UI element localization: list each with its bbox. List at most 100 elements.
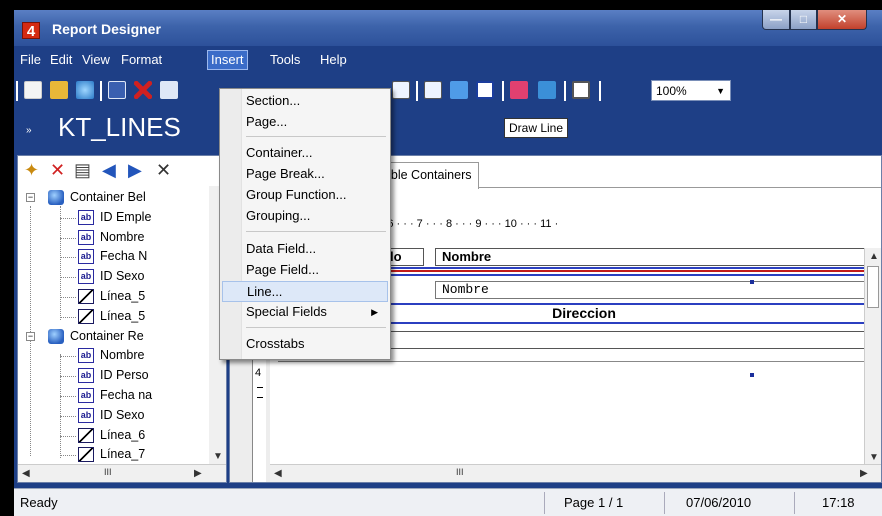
menu-item-label: Page Break... [246, 166, 325, 181]
scroll-left-icon[interactable]: ◀ [274, 468, 282, 479]
scroll-right-icon[interactable]: ▶ [194, 468, 202, 479]
draw-line-icon[interactable] [476, 81, 494, 99]
tree-guide [60, 277, 76, 279]
status-page: Page 1 / 1 [564, 495, 624, 510]
scroll-thumb[interactable]: III [104, 467, 112, 477]
scroll-left-icon[interactable]: ◀ [22, 468, 30, 479]
minimize-button[interactable]: — [762, 10, 790, 30]
line-icon [78, 447, 94, 463]
menu-item-group-function[interactable]: Group Function... [222, 185, 388, 206]
menu-item-label: Section... [246, 93, 301, 108]
menu-separator [246, 327, 386, 328]
tree-item-label: Línea_7 [100, 447, 146, 462]
menu-item-page[interactable]: Page... [222, 112, 388, 133]
line-handle[interactable] [750, 373, 754, 377]
text-field-icon: ab [78, 249, 94, 265]
line-handle[interactable] [750, 280, 754, 284]
open-icon[interactable] [50, 81, 68, 99]
arrow-left-icon[interactable]: ◀ [102, 160, 116, 180]
menu-item-page-field[interactable]: Page Field... [222, 260, 388, 281]
text-field-icon: ab [78, 368, 94, 384]
canvas-vertical-scrollbar[interactable]: ▲ ▼ [864, 248, 881, 466]
header-cell-nombre[interactable]: Nombre [435, 248, 881, 266]
menu-file[interactable]: File [20, 52, 41, 67]
status-date: 07/06/2010 [686, 495, 752, 510]
menu-item-page-break[interactable]: Page Break... [222, 164, 388, 185]
menu-item-label: Page... [246, 114, 288, 129]
brush-icon[interactable] [510, 81, 528, 99]
maximize-button[interactable]: □ [790, 10, 817, 30]
status-separator [664, 492, 665, 514]
collapse-icon[interactable]: − [26, 193, 35, 202]
tree-item-label: Nombre [100, 229, 145, 244]
tree-guide [60, 297, 76, 298]
text-field-icon: ab [78, 269, 94, 285]
menu-item-line[interactable]: Line... [222, 281, 388, 302]
tree-horizontal-scrollbar[interactable]: ◀ III ▶ [18, 464, 226, 482]
text-field-icon: ab [78, 348, 94, 364]
tree-guide [60, 257, 76, 259]
close-icon[interactable]: ✕ [156, 160, 171, 180]
delete-icon[interactable]: ✕ [50, 160, 65, 180]
menu-edit[interactable]: Edit [50, 52, 72, 67]
close-button[interactable]: ✕ [817, 10, 867, 30]
scroll-right-icon[interactable]: ▶ [860, 468, 868, 479]
tree-item-label: ID Sexo [100, 269, 145, 284]
refresh-icon[interactable] [76, 81, 94, 99]
tree-guide [60, 237, 76, 239]
collapse-icon[interactable]: − [26, 331, 35, 341]
text-field-icon: ab [78, 388, 94, 403]
toolbar-separator [16, 81, 18, 101]
menu-item-data-field[interactable]: Data Field... [222, 239, 388, 260]
menu-help[interactable]: Help [320, 52, 347, 67]
menu-item-label: Page Field... [246, 262, 319, 277]
properties-icon[interactable]: ▤ [74, 160, 91, 180]
scroll-up-icon[interactable]: ▲ [869, 251, 879, 262]
scroll-down-icon[interactable]: ▼ [213, 451, 223, 462]
container-icon[interactable] [424, 81, 442, 99]
zoom-select[interactable]: 100% ▼ [651, 80, 731, 101]
menu-item-label: Line... [247, 284, 283, 299]
scroll-thumb[interactable]: III [456, 467, 464, 477]
scroll-thumb[interactable] [867, 266, 879, 308]
container-icon-2[interactable] [450, 81, 468, 99]
menu-tools[interactable]: Tools [270, 52, 300, 67]
line-blue-1[interactable] [384, 267, 881, 269]
save-icon[interactable] [108, 81, 126, 99]
arrow-right-icon[interactable]: ▶ [128, 160, 142, 180]
ruler-tick [257, 397, 263, 398]
menu-item-section[interactable]: Section... [222, 91, 388, 112]
tree-item-label: Container Bel [70, 190, 146, 204]
line-gray[interactable] [278, 361, 881, 362]
chevron-down-icon[interactable]: ▼ [716, 86, 725, 96]
tree-item-label: ID Perso [100, 368, 149, 383]
menu-insert[interactable]: Insert [207, 50, 248, 70]
menu-item-container[interactable]: Container... [222, 143, 388, 164]
tree-item-label: ID Emple [100, 209, 152, 224]
delete-icon[interactable] [134, 81, 152, 99]
app-logo-icon: 4 [22, 22, 40, 40]
connect-icon[interactable] [392, 81, 410, 99]
menu-bar: File Edit View Format Insert Tools Help [14, 46, 882, 73]
tree-guide [60, 435, 76, 437]
menu-view[interactable]: View [82, 52, 110, 67]
tree-item-label: Nombre [100, 348, 145, 363]
line-red-1[interactable] [384, 270, 881, 272]
new-icon[interactable] [24, 81, 42, 99]
table-icon[interactable] [572, 81, 590, 99]
menu-item-grouping[interactable]: Grouping... [222, 206, 388, 227]
scroll-down-icon[interactable]: ▼ [869, 452, 879, 463]
pin-icon[interactable]: » [26, 125, 32, 136]
field-nombre[interactable]: Nombre [435, 281, 881, 299]
field-icon[interactable] [160, 81, 178, 99]
title-bar[interactable]: 4 Report Designer — □ ✕ [14, 10, 882, 46]
line-icon [78, 289, 94, 304]
menu-item-special-fields[interactable]: Special Fields ▶ [222, 302, 388, 323]
line-blue-2[interactable] [384, 274, 881, 276]
new-item-icon[interactable]: ✦ [24, 160, 39, 180]
tree-guide [60, 415, 76, 417]
menu-format[interactable]: Format [121, 52, 162, 67]
canvas-horizontal-scrollbar[interactable]: ◀ III ▶ [270, 464, 881, 482]
menu-item-crosstabs[interactable]: Crosstabs [222, 334, 388, 355]
print-icon[interactable] [538, 81, 556, 99]
